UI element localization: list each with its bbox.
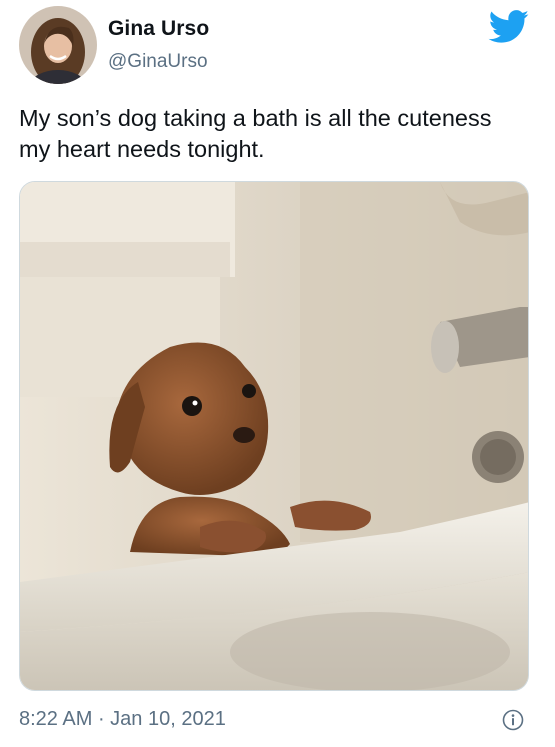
tweet-text: My son’s dog taking a bath is all the cu… [19,103,529,165]
tweet-text-line-1: My son’s dog taking a bath is all the cu… [19,105,492,131]
tweet-time[interactable]: 8:22 AM [19,708,92,730]
avatar-image [19,6,97,84]
tweet-timestamp: 8:22 AM · Jan 10, 2021 [19,708,226,731]
tweet-card: Gina Urso @GinaUrso My son’s dog taking … [0,0,555,747]
avatar[interactable] [19,6,97,84]
display-name[interactable]: Gina Urso [108,17,209,41]
twitter-bird-icon[interactable] [488,10,530,44]
timestamp-separator: · [92,708,111,730]
dog-bath-photo [20,182,528,690]
tweet-text-line-2: my heart needs tonight. [19,136,265,162]
info-icon[interactable] [502,709,524,731]
tweet-date[interactable]: Jan 10, 2021 [110,708,226,730]
user-handle[interactable]: @GinaUrso [108,51,208,73]
tweet-photo[interactable] [19,181,529,691]
